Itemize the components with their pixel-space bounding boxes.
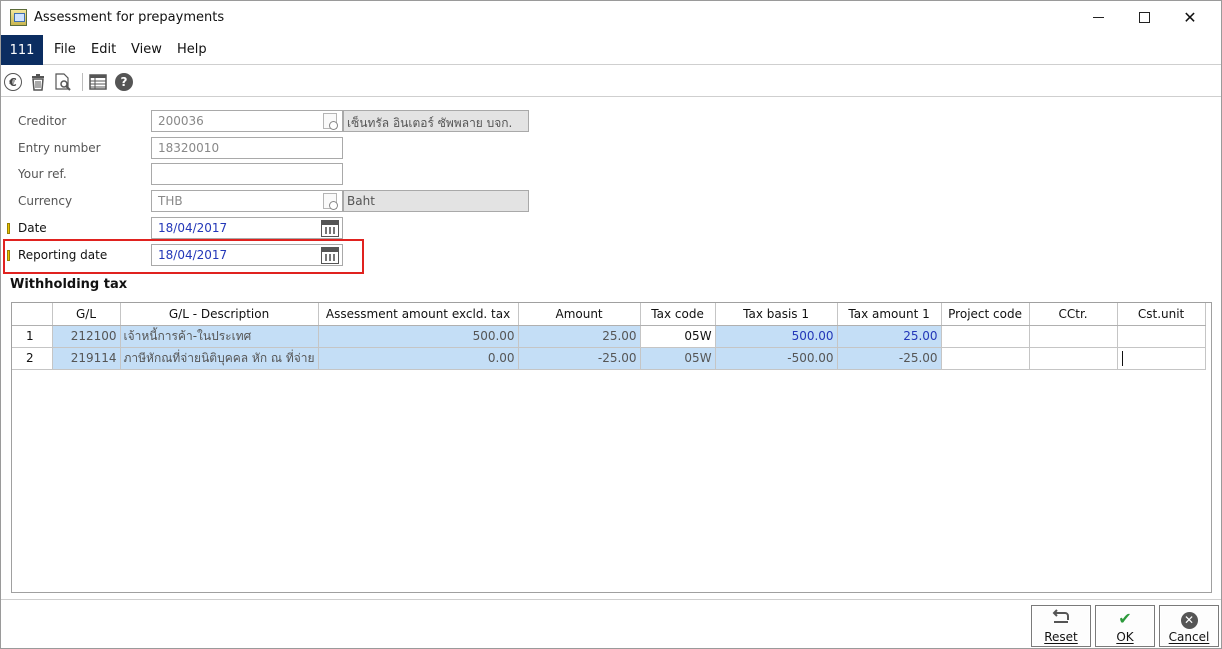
reset-label: Reset <box>1044 630 1078 644</box>
cst-unit-cell[interactable] <box>1117 347 1206 370</box>
currency-description: Baht <box>343 190 529 212</box>
column-header-tax-basis[interactable]: Tax basis 1 <box>715 303 838 326</box>
tax-amount-cell[interactable]: 25.00 <box>837 325 942 348</box>
company-badge[interactable]: 111 <box>1 35 43 65</box>
window-title: Assessment for prepayments <box>34 10 225 25</box>
amount-cell[interactable]: -25.00 <box>518 347 641 370</box>
tax-basis-cell[interactable]: 500.00 <box>715 325 838 348</box>
date-calendar-icon[interactable] <box>321 220 339 237</box>
maximize-button[interactable] <box>1121 1 1167 33</box>
minimize-button[interactable] <box>1075 1 1121 33</box>
toolbar-separator <box>82 73 83 91</box>
column-header-project-code[interactable]: Project code <box>941 303 1030 326</box>
creditor-description: เซ็นทรัล อินเตอร์ ซัพพลาย บจก. <box>343 110 529 132</box>
button-bar: Reset ✔ OK ✕ Cancel <box>1 599 1221 649</box>
required-marker-icon <box>7 250 10 261</box>
euro-icon[interactable]: € <box>4 73 22 91</box>
reporting-date-input[interactable]: 18/04/2017 <box>151 244 343 266</box>
cst-unit-cell[interactable] <box>1117 325 1206 348</box>
date-input[interactable]: 18/04/2017 <box>151 217 343 239</box>
menu-file[interactable]: File <box>54 42 76 57</box>
project-code-cell[interactable] <box>941 325 1030 348</box>
entry-number-label: Entry number <box>18 141 101 155</box>
reset-button[interactable]: Reset <box>1031 605 1091 647</box>
close-button[interactable]: ✕ <box>1167 1 1213 33</box>
assessment-window: Assessment for prepayments ✕ 111 File Ed… <box>0 0 1222 649</box>
tax-basis-cell[interactable]: -500.00 <box>715 347 838 370</box>
required-marker-icon <box>7 223 10 234</box>
creditor-lookup-icon[interactable] <box>323 113 338 130</box>
maximize-icon <box>1138 11 1150 23</box>
table-icon[interactable] <box>89 73 107 91</box>
currency-input[interactable]: THB <box>151 190 343 212</box>
help-icon[interactable]: ? <box>115 73 133 91</box>
withholding-tax-grid: G/L G/L - Description Assessment amount … <box>11 302 1212 593</box>
gl-cell[interactable]: 219114 <box>52 347 121 370</box>
tax-amount-cell[interactable]: -25.00 <box>837 347 942 370</box>
creditor-input[interactable]: 200036 <box>151 110 343 132</box>
column-header-gl-description[interactable]: G/L - Description <box>120 303 319 326</box>
column-header-gl[interactable]: G/L <box>52 303 121 326</box>
cctr-cell[interactable] <box>1029 325 1118 348</box>
column-header-cctr[interactable]: CCtr. <box>1029 303 1118 326</box>
cancel-icon: ✕ <box>1180 612 1198 629</box>
project-code-cell[interactable] <box>941 347 1030 370</box>
close-icon: ✕ <box>1183 7 1197 27</box>
table-row[interactable]: 2 219114 ภาษีหักณที่จ่ายนิติบุคคล หัก ณ … <box>12 347 1206 370</box>
cctr-cell[interactable] <box>1029 347 1118 370</box>
withholding-tax-title: Withholding tax <box>10 277 128 292</box>
text-caret <box>1121 350 1123 366</box>
ok-label: OK <box>1116 630 1134 644</box>
reporting-date-calendar-icon[interactable] <box>321 247 339 264</box>
ok-button[interactable]: ✔ OK <box>1095 605 1155 647</box>
title-bar: Assessment for prepayments ✕ <box>1 1 1221 35</box>
column-header-rownum[interactable] <box>12 303 53 326</box>
gl-description-cell[interactable]: เจ้าหนี้การค้า-ในประเทศ <box>120 325 319 348</box>
column-header-amount[interactable]: Amount <box>518 303 641 326</box>
withholding-tax-table: G/L G/L - Description Assessment amount … <box>12 303 1206 370</box>
trash-icon[interactable] <box>29 73 47 91</box>
app-icon <box>10 9 27 26</box>
column-header-tax-code[interactable]: Tax code <box>640 303 716 326</box>
toolbar: € ? <box>1 65 1221 97</box>
row-number: 1 <box>12 325 53 348</box>
assessment-amount-cell[interactable]: 0.00 <box>318 347 519 370</box>
cancel-label: Cancel <box>1168 630 1210 644</box>
preview-icon[interactable] <box>54 73 72 91</box>
tax-code-cell[interactable]: 05W <box>640 325 716 348</box>
entry-number-input[interactable]: 18320010 <box>151 137 343 159</box>
minimize-icon <box>1092 16 1104 18</box>
column-header-tax-amount[interactable]: Tax amount 1 <box>837 303 942 326</box>
creditor-label: Creditor <box>18 114 67 128</box>
tax-code-cell[interactable]: 05W <box>640 347 716 370</box>
amount-cell[interactable]: 25.00 <box>518 325 641 348</box>
currency-label: Currency <box>18 194 73 208</box>
reporting-date-label: Reporting date <box>18 248 108 262</box>
cancel-button[interactable]: ✕ Cancel <box>1159 605 1219 647</box>
menu-help[interactable]: Help <box>177 42 207 57</box>
gl-cell[interactable]: 212100 <box>52 325 121 348</box>
table-header-row: G/L G/L - Description Assessment amount … <box>12 303 1206 326</box>
your-ref-input[interactable] <box>151 163 343 185</box>
currency-lookup-icon[interactable] <box>323 193 338 210</box>
column-header-cst-unit[interactable]: Cst.unit <box>1117 303 1206 326</box>
menu-edit[interactable]: Edit <box>91 42 116 57</box>
row-number: 2 <box>12 347 53 370</box>
gl-description-cell[interactable]: ภาษีหักณที่จ่ายนิติบุคคล หัก ณ ที่จ่าย <box>120 347 319 370</box>
checkmark-icon: ✔ <box>1118 609 1132 628</box>
menu-view[interactable]: View <box>131 42 162 57</box>
reset-icon <box>1032 609 1090 629</box>
column-header-assessment-amount[interactable]: Assessment amount excld. tax <box>318 303 519 326</box>
date-label: Date <box>18 221 47 235</box>
your-ref-label: Your ref. <box>18 167 67 181</box>
table-row[interactable]: 1 212100 เจ้าหนี้การค้า-ในประเทศ 500.00 … <box>12 325 1206 348</box>
menu-bar: 111 File Edit View Help <box>1 35 1221 65</box>
assessment-amount-cell[interactable]: 500.00 <box>318 325 519 348</box>
